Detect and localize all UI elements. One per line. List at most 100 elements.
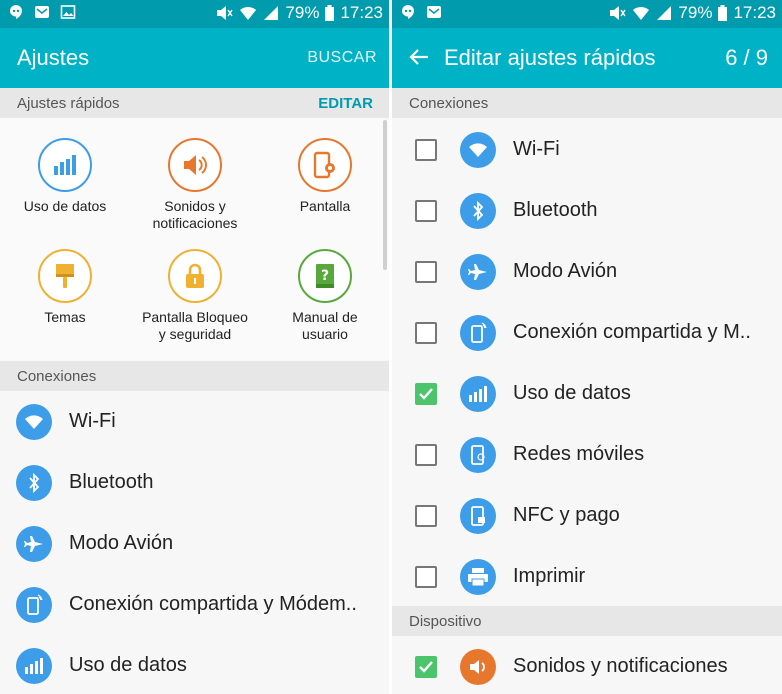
selection-counter: 6 / 9 (725, 45, 768, 70)
quick-setting-themes[interactable]: Temas (0, 249, 130, 326)
quick-setting-label: Manual de usuario (292, 309, 358, 342)
checkbox[interactable] (415, 505, 437, 527)
checkbox[interactable] (415, 322, 437, 344)
scrollbar-thumb[interactable] (383, 120, 387, 270)
tethering-icon (16, 587, 52, 623)
tethering-icon (460, 315, 496, 351)
back-arrow-icon[interactable] (408, 46, 430, 73)
checkbox[interactable] (415, 261, 437, 283)
checkbox-checked[interactable] (415, 656, 437, 678)
list-item-label: Uso de datos (69, 654, 187, 676)
list-item-label: Modo Avión (513, 260, 618, 282)
checkbox[interactable] (415, 444, 437, 466)
bluetooth-icon (16, 465, 52, 501)
gallery-notification-icon (60, 4, 76, 20)
battery-percent: 79% (285, 3, 320, 22)
battery-icon (325, 5, 335, 21)
section-title: Conexiones (17, 368, 97, 385)
checkbox-list-item[interactable]: Redes móviles (392, 424, 782, 485)
clock: 17:23 (733, 3, 776, 22)
list-item-data-usage[interactable]: Uso de datos (0, 635, 389, 694)
quick-setting-label: Pantalla Bloqueo y seguridad (142, 309, 248, 342)
svg-text:?: ? (321, 268, 329, 284)
list-item-label: Bluetooth (69, 471, 154, 493)
quick-settings-grid: Uso de datos Sonidos y notificaciones Pa… (0, 118, 389, 360)
speaker-icon (168, 138, 222, 192)
checkbox-list-item[interactable]: Imprimir (392, 546, 782, 607)
quick-setting-user-manual[interactable]: ? Manual de usuario (260, 249, 389, 343)
nfc-icon (460, 498, 496, 534)
signal-icon (657, 6, 672, 20)
battery-percent: 79% (678, 3, 713, 22)
section-title: Dispositivo (409, 613, 482, 630)
checkbox-list-item[interactable]: Conexión compartida y M.. (392, 302, 782, 363)
quick-setting-display[interactable]: Pantalla (260, 138, 389, 215)
settings-screen: 79% 17:23 Ajustes BUSCAR Ajustes rápidos… (0, 0, 389, 694)
paintbrush-icon (38, 249, 92, 303)
checkbox-list-item[interactable]: NFC y pago (392, 485, 782, 546)
speaker-icon (460, 649, 496, 685)
checkbox-list-item[interactable]: Sonidos y notificaciones (392, 636, 782, 694)
device-header: Dispositivo (392, 606, 782, 636)
list-item-label: Conexión compartida y Módem.. (69, 593, 357, 615)
quick-settings-header: Ajustes rápidos EDITAR (0, 88, 389, 118)
connections-header: Conexiones (392, 88, 782, 118)
hangouts-notification-icon (8, 4, 24, 20)
checkbox-list-item[interactable]: Uso de datos (392, 363, 782, 424)
list-item-wifi[interactable]: Wi-Fi (0, 391, 389, 452)
mobile-networks-icon (460, 437, 496, 473)
section-title: Conexiones (409, 95, 489, 112)
list-item-bluetooth[interactable]: Bluetooth (0, 452, 389, 513)
page-title: Editar ajustes rápidos (444, 45, 656, 70)
data-usage-icon (38, 138, 92, 192)
checkbox-list-item[interactable]: Wi-Fi (392, 119, 782, 180)
wifi-icon (16, 404, 52, 440)
list-item-tethering[interactable]: Conexión compartida y Módem.. (0, 574, 389, 635)
manual-book-icon: ? (298, 249, 352, 303)
printer-icon (460, 559, 496, 595)
checkbox[interactable] (415, 200, 437, 222)
section-title: Ajustes rápidos (17, 95, 120, 112)
checkbox-checked[interactable] (415, 383, 437, 405)
checkbox[interactable] (415, 139, 437, 161)
list-item-label: Imprimir (513, 565, 586, 587)
wifi-icon (460, 132, 496, 168)
clock: 17:23 (340, 3, 383, 22)
list-item-label: NFC y pago (513, 504, 620, 526)
battery-icon (718, 5, 728, 21)
airplane-icon (16, 526, 52, 562)
search-button[interactable]: BUSCAR (307, 49, 377, 67)
list-item-label: Wi-Fi (513, 138, 560, 160)
mute-icon (610, 6, 627, 20)
quick-setting-sounds[interactable]: Sonidos y notificaciones (130, 138, 260, 232)
connections-header: Conexiones (0, 361, 389, 391)
quick-setting-label: Uso de datos (23, 198, 107, 214)
status-bar: 79% 17:23 (392, 0, 782, 28)
mail-notification-icon (34, 4, 50, 20)
wifi-status-icon (633, 6, 650, 20)
app-bar: Ajustes BUSCAR (0, 28, 389, 88)
edit-button[interactable]: EDITAR (318, 95, 373, 112)
hangouts-notification-icon (400, 4, 416, 20)
bluetooth-icon (460, 193, 496, 229)
app-bar: Editar ajustes rápidos 6 / 9 (392, 28, 782, 88)
list-item-label: Sonidos y notificaciones (513, 655, 728, 677)
edit-quick-settings-screen: 79% 17:23 Editar ajustes rápidos 6 / 9 C… (392, 0, 782, 694)
quick-setting-lock-screen[interactable]: Pantalla Bloqueo y seguridad (130, 249, 260, 343)
checkbox-list-item[interactable]: Modo Avión (392, 241, 782, 302)
signal-icon (264, 6, 279, 20)
quick-setting-label: Temas (44, 309, 86, 325)
list-item-label: Bluetooth (513, 199, 598, 221)
wifi-status-icon (240, 6, 257, 20)
list-item-label: Conexión compartida y M.. (513, 321, 751, 343)
checkbox-list-item[interactable]: Bluetooth (392, 180, 782, 241)
display-settings-icon (298, 138, 352, 192)
list-item-label: Redes móviles (513, 443, 645, 465)
mail-notification-icon (426, 4, 442, 20)
list-item-label: Uso de datos (513, 382, 631, 404)
list-item-label: Modo Avión (69, 532, 174, 554)
list-item-label: Wi-Fi (69, 410, 116, 432)
checkbox[interactable] (415, 566, 437, 588)
quick-setting-data-usage[interactable]: Uso de datos (0, 138, 130, 215)
list-item-airplane-mode[interactable]: Modo Avión (0, 513, 389, 574)
